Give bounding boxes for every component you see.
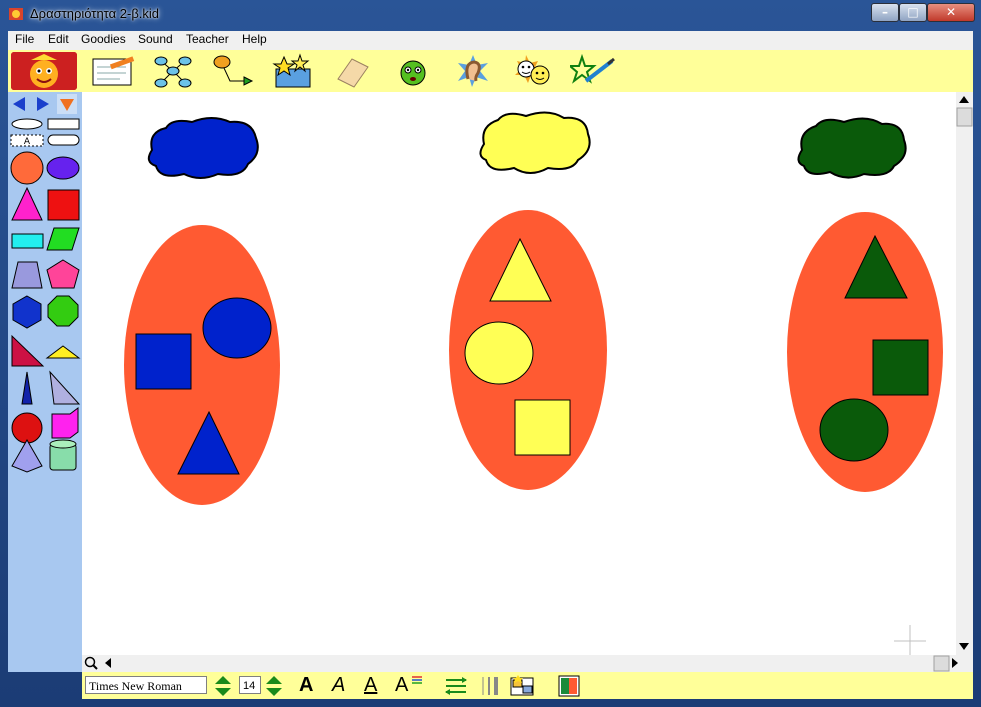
- scroll-thumb[interactable]: [956, 107, 973, 127]
- dropdown-triangle-icon[interactable]: [57, 94, 77, 114]
- line-width-icon[interactable]: [480, 676, 500, 696]
- menu-teacher[interactable]: Teacher: [186, 32, 229, 46]
- solid-shapes-3d[interactable]: [10, 438, 82, 474]
- solid-shapes[interactable]: [10, 150, 82, 480]
- yellow-circle[interactable]: [464, 321, 534, 385]
- shape-palette: A: [8, 92, 82, 672]
- menu-sound[interactable]: Sound: [138, 32, 173, 46]
- text-format-bar: Times New Roman 14 A A A A: [82, 672, 973, 699]
- application-window: Δραστηριότητα 2-β.kid – □ ✕ File Edit Go…: [0, 0, 981, 707]
- underline-button[interactable]: A: [364, 674, 377, 696]
- green-square[interactable]: [872, 339, 929, 396]
- maximize-icon: □: [907, 5, 919, 19]
- font-size-stepper-icon[interactable]: [264, 675, 284, 697]
- canvas-drawing: [124, 111, 943, 655]
- text-style-button[interactable]: A: [395, 674, 408, 696]
- menu-edit[interactable]: Edit: [48, 32, 69, 46]
- align-icon[interactable]: [444, 676, 468, 696]
- scroll-down-icon[interactable]: [959, 643, 969, 650]
- scroll-right-icon[interactable]: [952, 658, 958, 668]
- goodies-box-icon[interactable]: [270, 53, 316, 89]
- close-icon: ✕: [945, 5, 957, 19]
- maximize-button[interactable]: □: [899, 3, 927, 22]
- faces-icon[interactable]: [510, 53, 556, 89]
- italic-button[interactable]: A: [332, 674, 345, 696]
- yellow-cloud[interactable]: [479, 111, 591, 174]
- main-toolbar: [8, 50, 973, 93]
- zoom-icon[interactable]: [84, 656, 98, 670]
- window-title: Δραστηριότητα 2-β.kid: [30, 6, 160, 21]
- app-icon: [9, 8, 23, 20]
- font-name-field[interactable]: Times New Roman: [85, 676, 207, 694]
- menu-goodies[interactable]: Goodies: [81, 32, 126, 46]
- face-icon[interactable]: [390, 53, 436, 89]
- eraser-icon[interactable]: [330, 53, 376, 89]
- font-size-field[interactable]: 14: [239, 676, 261, 694]
- title-bar[interactable]: Δραστηριότητα 2-β.kid – □ ✕: [0, 0, 981, 30]
- fill-pattern-icon[interactable]: [510, 675, 536, 697]
- scroll-left-icon[interactable]: [105, 658, 111, 668]
- menu-file[interactable]: File: [15, 32, 34, 46]
- horizontal-scrollbar[interactable]: [82, 655, 973, 672]
- vertical-scrollbar[interactable]: [956, 92, 973, 655]
- minimize-button[interactable]: –: [871, 3, 899, 22]
- concept-map-icon[interactable]: [150, 53, 196, 89]
- drawing-canvas[interactable]: [82, 92, 956, 655]
- hscroll-thumb[interactable]: [933, 655, 950, 672]
- text-color-lines-icon: [412, 676, 422, 684]
- outline-shapes[interactable]: A: [10, 118, 82, 148]
- yellow-square[interactable]: [514, 399, 571, 456]
- menu-help[interactable]: Help: [242, 32, 267, 46]
- scroll-up-icon[interactable]: [959, 96, 969, 103]
- green-circle[interactable]: [819, 398, 889, 462]
- minimize-icon: –: [882, 5, 888, 19]
- ear-icon[interactable]: [450, 53, 496, 89]
- blue-square[interactable]: [135, 333, 192, 390]
- color-swatch-icon[interactable]: [558, 675, 580, 697]
- crosshair-cursor-icon: [894, 625, 926, 655]
- path-arrow-icon[interactable]: [210, 53, 256, 89]
- writing-pad-icon[interactable]: [90, 53, 136, 89]
- arrow-left-icon[interactable]: [11, 94, 55, 114]
- close-button[interactable]: ✕: [927, 3, 975, 22]
- logo-icon[interactable]: [11, 52, 77, 90]
- blue-circle[interactable]: [202, 297, 272, 359]
- menu-bar: File Edit Goodies Sound Teacher Help: [8, 31, 973, 50]
- blue-cloud[interactable]: [147, 117, 259, 179]
- green-cloud[interactable]: [797, 117, 907, 179]
- bold-button[interactable]: A: [299, 674, 313, 696]
- svg-text:A: A: [24, 137, 31, 147]
- magic-wand-icon[interactable]: [570, 53, 616, 89]
- font-name-stepper-icon[interactable]: [213, 675, 233, 697]
